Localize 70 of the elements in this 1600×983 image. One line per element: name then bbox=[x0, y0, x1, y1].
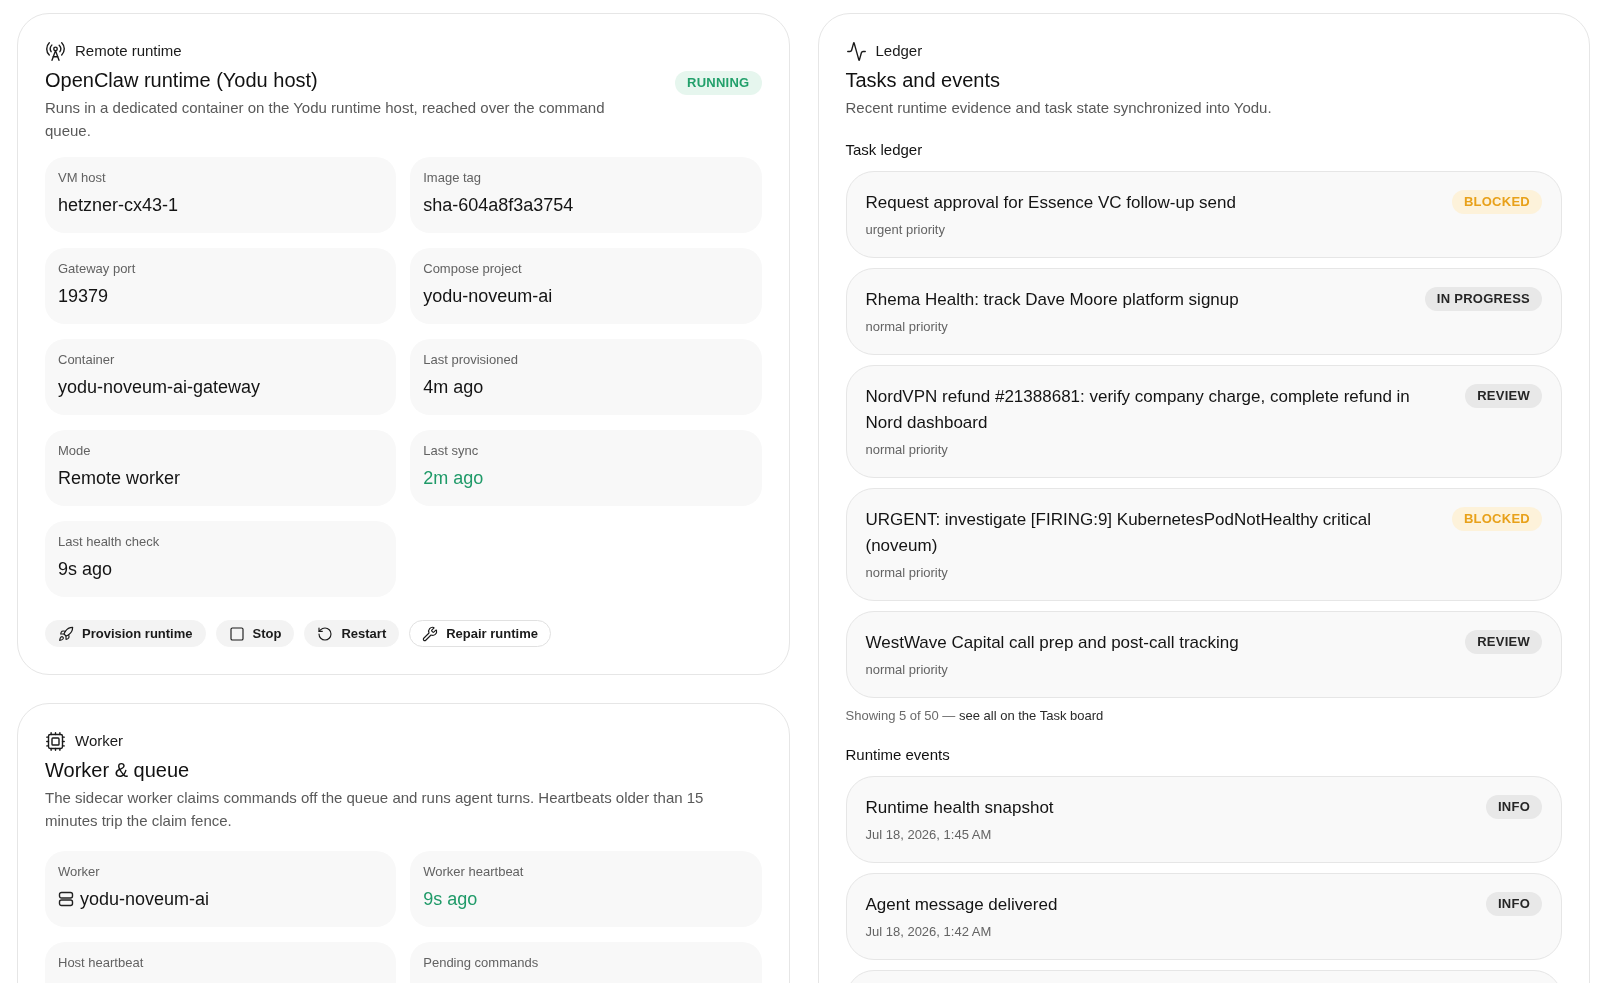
section-heading: Runtime events bbox=[845, 745, 951, 765]
event-title: Agent message delivered bbox=[865, 894, 1058, 916]
field-label: Compose project bbox=[423, 260, 523, 278]
card-title: Worker & queue bbox=[45, 758, 191, 783]
card-description: Runs in a dedicated container on the Yodu runtime host, reached over the command queue. bbox=[45, 98, 606, 141]
field-value: 4m ago bbox=[423, 376, 485, 399]
field-label: Gateway port bbox=[58, 260, 137, 278]
card-eyebrow: Ledger bbox=[875, 41, 923, 61]
task-title: NordVPN refund #21388681: verify company charge, complete refund in Nord dashboard bbox=[865, 386, 1411, 434]
task-priority: normal priority bbox=[865, 441, 949, 459]
event-title: Runtime health snapshot bbox=[865, 797, 1054, 819]
field-value: 19379 bbox=[58, 285, 110, 308]
status-badge: BLOCKED bbox=[1451, 507, 1542, 531]
activity-icon bbox=[845, 40, 867, 62]
status-badge: INFO bbox=[1485, 892, 1542, 916]
field-value: sha-604a8f3a3754 bbox=[423, 194, 575, 217]
server-icon bbox=[58, 891, 74, 907]
rotate-icon bbox=[317, 625, 334, 642]
task-priority: urgent priority bbox=[865, 221, 946, 239]
field-label: Last sync bbox=[423, 442, 480, 460]
field-label: Pending commands bbox=[423, 954, 540, 972]
field-value: 2m ago bbox=[423, 467, 485, 490]
field-value: yodu-noveum-ai-gateway bbox=[58, 376, 262, 399]
card-eyebrow: Worker bbox=[75, 731, 124, 751]
action-button[interactable]: Restart bbox=[304, 620, 400, 647]
task-title: Rhema Health: track Dave Moore platform signup bbox=[865, 289, 1239, 311]
action-button[interactable]: Provision runtime bbox=[45, 620, 206, 647]
wrench-icon bbox=[422, 625, 439, 642]
rocket-icon bbox=[58, 625, 74, 642]
status-badge: INFO bbox=[1485, 795, 1542, 819]
card-title: Tasks and events bbox=[845, 68, 1002, 93]
card-title: OpenClaw runtime (Yodu host) bbox=[45, 68, 319, 93]
card-description: Recent runtime evidence and task state synchronized into Yodu. bbox=[845, 98, 1272, 118]
field-label: Container bbox=[58, 351, 116, 369]
task-title: WestWave Capital call prep and post-call tracking bbox=[865, 632, 1239, 654]
task-title: Request approval for Essence VC follow-up send bbox=[865, 192, 1236, 214]
task-priority: normal priority bbox=[865, 661, 949, 679]
status-badge: REVIEW bbox=[1465, 384, 1542, 408]
field-label: Mode bbox=[58, 442, 92, 460]
field-label: Image tag bbox=[423, 169, 483, 187]
card-description: The sidecar worker claims commands off the queue and runs agent turns. Heartbeats older than 15 minutes trip the claim fence. bbox=[45, 788, 705, 831]
section-heading: Task ledger bbox=[845, 140, 924, 160]
status-badge: REVIEW bbox=[1465, 630, 1542, 654]
field-value: Remote worker bbox=[58, 467, 182, 490]
action-button[interactable]: Repair runtime bbox=[409, 620, 551, 647]
field-value: 9s ago bbox=[423, 888, 479, 911]
task-count-note: Showing 5 of 50 — see all on the Task board bbox=[845, 707, 1105, 725]
status-badge: RUNNING bbox=[675, 70, 762, 95]
status-badge: IN PROGRESS bbox=[1424, 287, 1542, 311]
field-label: Last health check bbox=[58, 533, 161, 551]
field-value: yodu-noveum-ai bbox=[423, 285, 554, 308]
radio-tower-icon bbox=[45, 40, 66, 62]
cpu-icon bbox=[45, 730, 66, 752]
field-label: Worker bbox=[58, 863, 101, 881]
task-board-link[interactable]: see all on the Task board bbox=[959, 708, 1104, 723]
square-icon bbox=[228, 625, 245, 642]
card-eyebrow: Remote runtime bbox=[75, 41, 182, 61]
status-badge: BLOCKED bbox=[1451, 190, 1542, 214]
event-time: Jul 18, 2026, 1:45 AM bbox=[865, 826, 993, 844]
field-value: yodu-noveum-ai bbox=[80, 888, 210, 911]
field-label: Last provisioned bbox=[423, 351, 519, 369]
event-time: Jul 18, 2026, 1:42 AM bbox=[865, 923, 993, 941]
field-value: 9s ago bbox=[58, 558, 114, 581]
field-value: hetzner-cx43-1 bbox=[58, 194, 180, 217]
task-title: URGENT: investigate [FIRING:9] KubernetesPodNotHealthy critical (noveum) bbox=[865, 509, 1372, 557]
field-label: Worker heartbeat bbox=[423, 863, 525, 881]
task-priority: normal priority bbox=[865, 564, 949, 582]
action-button[interactable]: Stop bbox=[215, 620, 295, 647]
task-priority: normal priority bbox=[865, 318, 949, 336]
field-label: VM host bbox=[58, 169, 107, 187]
